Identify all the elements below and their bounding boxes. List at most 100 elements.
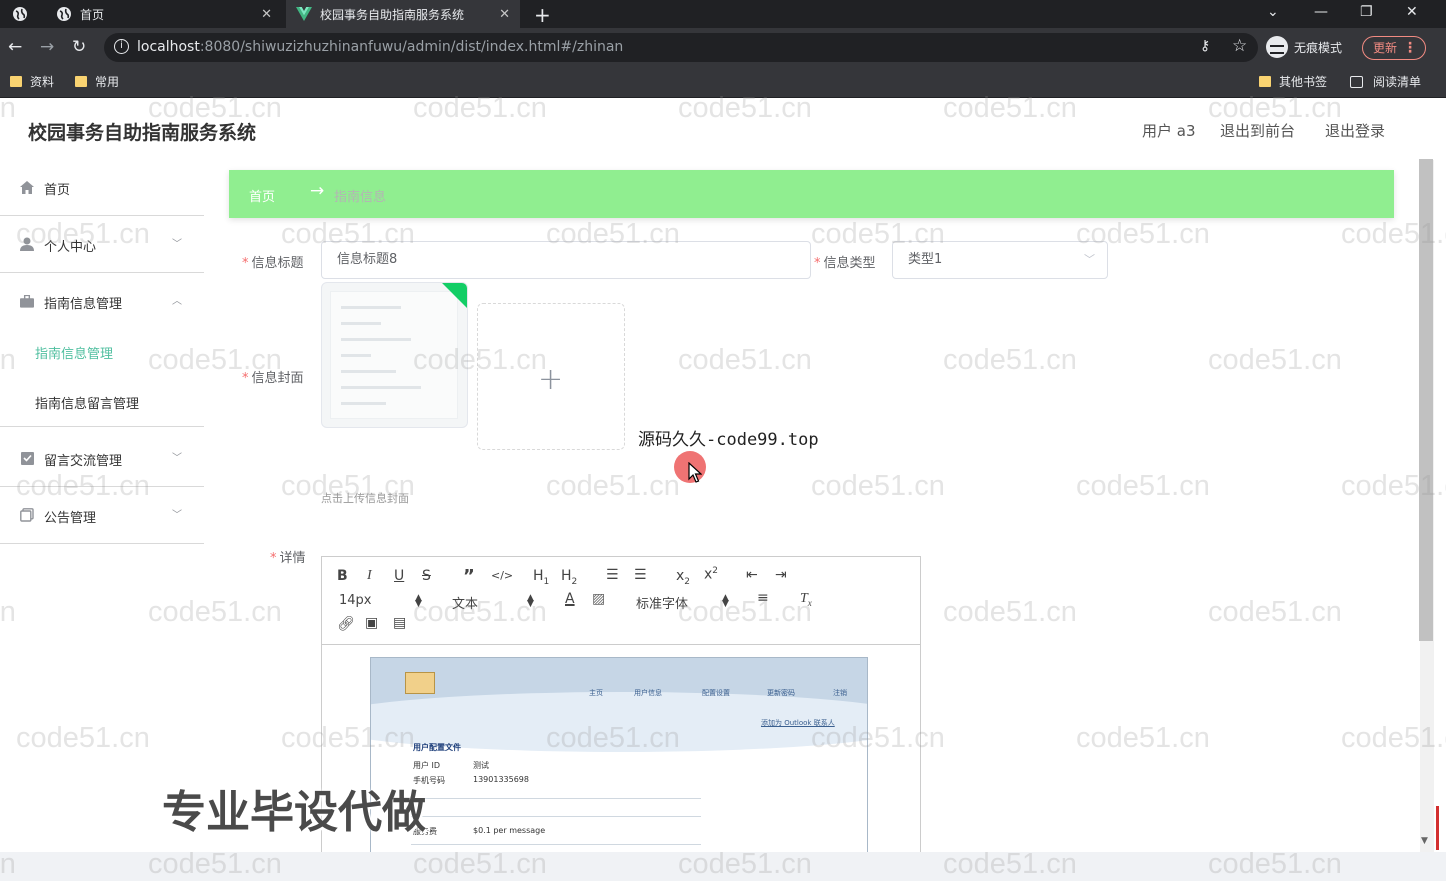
password-key-icon[interactable]: ⚷	[1200, 38, 1210, 54]
sidebar-item-label: 指南信息管理	[44, 297, 123, 312]
main-content: 首页 → 指南信息 * 信息标题 信息标题8 * 信息类型 类型1 ﹀ * 信息封面	[204, 160, 1420, 852]
briefcase-icon	[20, 294, 34, 308]
sidebar: 首页 个人中心 ﹀ 指南信息管理 ︿ 指南信息管理 指南信息留言管理 留言交流管…	[0, 160, 204, 852]
bookmarks-bar: 资料 常用 其他书签 阅读清单	[0, 66, 1446, 98]
embedded-nav-item: 用户信息	[634, 689, 662, 697]
header-select[interactable]: 文本 ▲ ▼	[452, 593, 536, 613]
indent-increase-icon[interactable]: ⇥	[775, 567, 787, 583]
window-close-icon[interactable]: ✕	[1406, 4, 1418, 20]
back-arrow-icon[interactable]: ←	[8, 37, 22, 57]
close-icon[interactable]: ✕	[499, 7, 510, 22]
superscript-icon[interactable]: x2	[704, 566, 718, 583]
font-size-select[interactable]: 14px ▲ ▼	[339, 593, 423, 609]
folder-icon	[1259, 76, 1271, 87]
underline-icon[interactable]: U	[394, 568, 404, 584]
embedded-screenshot: 主页 用户信息 配置设置 更新密码 注销 添加为 Outlook 联系人 用户配…	[370, 657, 868, 852]
forward-arrow-icon[interactable]: →	[40, 37, 54, 57]
upload-cover-button[interactable]: +	[477, 303, 625, 450]
reading-list[interactable]: 阅读清单	[1350, 73, 1421, 90]
kebab-menu-icon[interactable]: ⋮	[1403, 37, 1417, 59]
update-label: 更新	[1373, 41, 1398, 55]
thumb-line	[341, 354, 371, 357]
bookmark-label: 常用	[95, 75, 120, 89]
other-bookmarks[interactable]: 其他书签	[1259, 73, 1327, 90]
embedded-value: $0.1 per message	[473, 826, 546, 835]
breadcrumb-home[interactable]: 首页	[249, 186, 275, 205]
tab-active-system[interactable]: 校园事务自助指南服务系统 ✕	[286, 0, 520, 28]
embedded-divider	[411, 798, 701, 799]
logout-link[interactable]: 退出登录	[1325, 120, 1385, 141]
cover-label: * 信息封面	[242, 371, 304, 386]
strike-icon[interactable]: S	[422, 568, 431, 584]
tab-search-chevron-icon[interactable]: ⌄	[1267, 4, 1279, 20]
cover-thumbnail[interactable]	[321, 282, 468, 428]
scrollbar-thumb[interactable]	[1419, 159, 1433, 641]
video-icon[interactable]: ▤	[393, 615, 406, 631]
heading2-icon[interactable]: H2	[561, 568, 577, 587]
clear-format-icon[interactable]: Tx	[800, 591, 812, 608]
sidebar-item-home[interactable]: 首页	[0, 160, 204, 216]
incognito-indicator[interactable]: 无痕模式	[1266, 34, 1342, 60]
sidebar-item-label: 留言交流管理	[44, 454, 123, 469]
bold-icon[interactable]: B	[337, 568, 348, 584]
code-icon[interactable]: </>	[491, 569, 513, 582]
italic-icon[interactable]: I	[367, 568, 372, 584]
background-color-icon[interactable]: ▨	[592, 591, 605, 607]
bookmark-folder-changyong[interactable]: 常用	[75, 73, 119, 90]
sidebar-item-message-management[interactable]: 留言交流管理 ﹀	[0, 431, 204, 487]
submenu-guide-comment-management[interactable]: 指南信息留言管理	[35, 393, 139, 412]
envelope-icon	[405, 672, 435, 694]
sidebar-item-personal-center[interactable]: 个人中心 ﹀	[0, 217, 204, 273]
incognito-icon	[1266, 36, 1288, 58]
updown-icon: ▲ ▼	[415, 593, 422, 609]
mouse-cursor-icon	[688, 462, 702, 483]
watermark-text: code51.cn	[1208, 848, 1342, 880]
address-toolbar: ← → ↻ i localhost:8080/shiwuzizhuzhinanf…	[0, 28, 1446, 66]
watermark-text: code51.cn	[413, 848, 547, 880]
submenu-guide-info-management[interactable]: 指南信息管理	[35, 343, 113, 362]
scroll-down-arrow-icon[interactable]: ▼	[1421, 836, 1428, 846]
site-info-icon[interactable]: i	[114, 39, 129, 54]
watermark-text: code51.cn	[678, 848, 812, 880]
watermark-text: code51.cn	[943, 848, 1077, 880]
reload-icon[interactable]: ↻	[72, 37, 86, 57]
new-tab-plus-icon[interactable]: +	[534, 3, 551, 27]
bullet-list-icon[interactable]: ☰	[634, 567, 647, 583]
link-icon[interactable]: 🔗︎	[337, 616, 355, 632]
indent-decrease-icon[interactable]: ⇤	[746, 567, 758, 583]
thumbnail-page	[330, 291, 458, 419]
sidebar-item-notice-management[interactable]: 公告管理 ﹀	[0, 488, 204, 544]
chevron-down-icon: ﹀	[1084, 253, 1095, 266]
promo-text: 源码久久-code99.top	[638, 430, 819, 450]
title-label: * 信息标题	[242, 256, 304, 271]
title-input[interactable]: 信息标题8	[321, 241, 811, 279]
type-select[interactable]: 类型1 ﹀	[892, 241, 1108, 279]
font-family-select[interactable]: 标准字体 ▲ ▼	[636, 593, 732, 613]
checklist-icon	[20, 451, 34, 465]
blockquote-icon[interactable]: ”	[463, 566, 475, 587]
minimize-icon[interactable]: —	[1314, 4, 1328, 20]
folder-icon	[10, 76, 22, 87]
embedded-value: 13901335698	[473, 775, 529, 784]
globe-icon[interactable]	[12, 6, 28, 26]
type-select-value: 类型1	[908, 252, 943, 267]
embedded-nav-item: 更新密码	[767, 689, 795, 697]
page-title: 校园事务自助指南服务系统	[28, 122, 257, 144]
ad-text: 专业毕设代做	[162, 787, 426, 838]
tab-home[interactable]: 首页 ✕	[46, 0, 282, 28]
font-color-icon[interactable]: A	[565, 591, 575, 607]
update-button[interactable]: 更新 ⋮	[1362, 36, 1426, 60]
tab-title: 首页	[80, 7, 105, 22]
subscript-icon[interactable]: x2	[676, 568, 690, 587]
ordered-list-icon[interactable]: ☰	[606, 567, 619, 583]
align-icon[interactable]: ≡	[757, 590, 769, 606]
image-icon[interactable]: ▣	[365, 615, 378, 631]
exit-to-front-link[interactable]: 退出到前台	[1220, 120, 1295, 141]
close-icon[interactable]: ✕	[261, 7, 272, 22]
url-bar[interactable]: i localhost:8080/shiwuzizhuzhinanfuwu/ad…	[104, 33, 1258, 62]
bookmark-folder-ziliao[interactable]: 资料	[10, 73, 54, 90]
bookmark-label: 资料	[30, 75, 55, 89]
heading1-icon[interactable]: H1	[533, 568, 549, 587]
bookmark-star-icon[interactable]: ☆	[1232, 36, 1247, 56]
restore-icon[interactable]: ❐	[1360, 4, 1373, 20]
